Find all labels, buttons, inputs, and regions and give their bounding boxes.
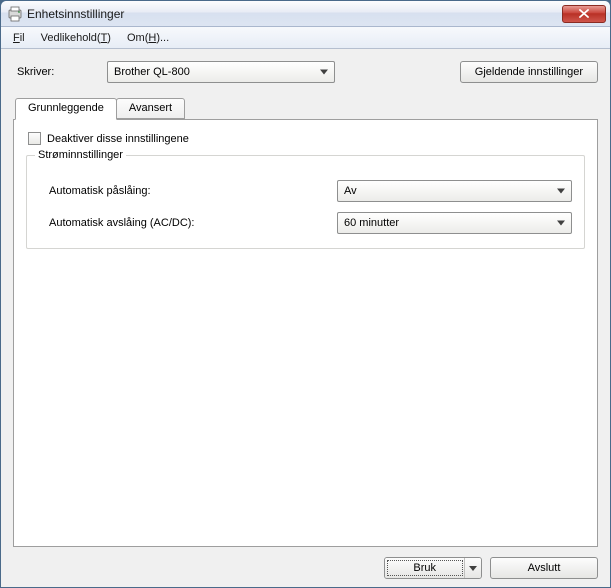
chevron-down-icon — [320, 70, 328, 75]
tab-panel-basic: Deaktiver disse innstillingene Strøminns… — [13, 119, 598, 547]
auto-on-value: Av — [344, 185, 357, 197]
client-area: Skriver: Brother QL-800 Gjeldende innsti… — [1, 49, 610, 587]
apply-button[interactable]: Bruk — [385, 558, 465, 578]
menu-about[interactable]: Om(H)... — [119, 30, 177, 46]
bottom-bar: Bruk Avslutt — [13, 547, 598, 579]
apply-split-button: Bruk — [384, 557, 482, 579]
printer-select[interactable]: Brother QL-800 — [107, 61, 335, 83]
auto-on-select[interactable]: Av — [337, 180, 572, 202]
chevron-down-icon — [557, 221, 565, 226]
chevron-down-icon — [557, 189, 565, 194]
disable-settings-checkbox[interactable] — [28, 132, 41, 145]
auto-off-label: Automatisk avslåing (AC/DC): — [39, 217, 337, 229]
auto-on-label: Automatisk påslåing: — [39, 185, 337, 197]
tab-basic[interactable]: Grunnleggende — [15, 98, 117, 120]
apply-dropdown-button[interactable] — [465, 558, 481, 578]
auto-off-value: 60 minutter — [344, 217, 399, 229]
chevron-down-icon — [469, 566, 477, 571]
close-icon — [579, 9, 589, 18]
power-settings-group: Strøminnstillinger Automatisk påslåing: … — [26, 155, 585, 249]
auto-off-select[interactable]: 60 minutter — [337, 212, 572, 234]
power-settings-legend: Strøminnstillinger — [35, 149, 126, 161]
current-settings-button[interactable]: Gjeldende innstillinger — [460, 61, 598, 83]
tab-advanced[interactable]: Avansert — [116, 98, 185, 119]
device-settings-window: Enhetsinnstillinger Fil Vedlikehold(T) O… — [0, 0, 611, 588]
close-button[interactable] — [562, 5, 606, 23]
printer-row: Skriver: Brother QL-800 Gjeldende innsti… — [13, 61, 598, 83]
app-icon — [7, 6, 23, 22]
window-title: Enhetsinnstillinger — [27, 7, 562, 21]
tabs-container: Grunnleggende Avansert Deaktiver disse i… — [13, 97, 598, 547]
printer-value: Brother QL-800 — [114, 66, 190, 78]
disable-settings-label: Deaktiver disse innstillingene — [47, 133, 189, 145]
auto-off-row: Automatisk avslåing (AC/DC): 60 minutter — [39, 212, 572, 234]
menubar: Fil Vedlikehold(T) Om(H)... — [1, 27, 610, 49]
auto-on-row: Automatisk påslåing: Av — [39, 180, 572, 202]
disable-settings-row: Deaktiver disse innstillingene — [26, 132, 585, 145]
menu-file[interactable]: Fil — [5, 30, 33, 46]
menu-maintenance[interactable]: Vedlikehold(T) — [33, 30, 119, 46]
printer-label: Skriver: — [13, 66, 99, 78]
exit-button[interactable]: Avslutt — [490, 557, 598, 579]
tab-headers: Grunnleggende Avansert — [13, 97, 598, 119]
titlebar[interactable]: Enhetsinnstillinger — [1, 1, 610, 27]
